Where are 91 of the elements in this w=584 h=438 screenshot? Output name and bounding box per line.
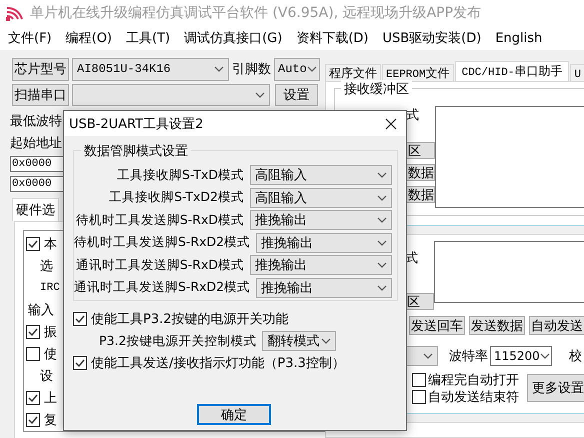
start-address-label: 起始地址: [10, 136, 62, 151]
port-mode-dropdown[interactable]: [406, 346, 438, 366]
chevron-down-icon: [214, 66, 224, 72]
pin-mode-label: 通讯时工具发送脚S-RxD2模式: [74, 279, 250, 296]
menu-item[interactable]: 文件(F): [3, 29, 57, 47]
menu-item[interactable]: 编程(O): [60, 29, 118, 47]
app-logo-icon: [6, 5, 24, 21]
tab[interactable]: EEPROM文件: [382, 64, 454, 81]
address-field[interactable]: 0x0000: [10, 176, 66, 192]
chevron-down-icon: [321, 338, 332, 344]
chevron-down-icon: [540, 353, 550, 359]
pin-mode-dropdown[interactable]: 推挽输出: [250, 255, 392, 275]
pin-mode-dropdown[interactable]: 推挽输出: [250, 210, 392, 230]
pin-mode-dropdown[interactable]: 高阻输入: [250, 165, 392, 185]
checkbox[interactable]: [26, 237, 40, 251]
checkbox[interactable]: [412, 390, 426, 404]
pin-mode-dropdown[interactable]: 推挽输出: [256, 278, 392, 298]
chevron-down-icon: [377, 194, 387, 200]
send-action-button[interactable]: 发送数据: [469, 316, 525, 335]
option-label: 使能工具P3.2按键的电源开关功能: [91, 311, 289, 328]
pin-mode-label: 工具接收脚S-TxD2模式: [109, 189, 244, 206]
pin-mode-label: 待机时工具发送脚S-RxD模式: [76, 212, 244, 228]
tab[interactable]: 程序文件: [325, 64, 381, 81]
ok-button[interactable]: 确定: [197, 404, 271, 425]
pin-mode-label: 工具接收脚S-TxD模式: [117, 166, 244, 184]
option-label: IRC: [40, 282, 60, 294]
option-label: 复: [44, 412, 57, 429]
chevron-down-icon: [377, 172, 387, 178]
option-label: 本: [44, 236, 57, 253]
menu-item[interactable]: 调试仿真接口(G): [179, 29, 288, 47]
chevron-down-icon: [377, 217, 387, 223]
pin-mode-label: 待机时工具发送脚S-RxD2模式: [74, 234, 250, 251]
option-label: 振: [44, 324, 57, 341]
menu-item[interactable]: 工具(T): [121, 29, 176, 47]
chip-model-dropdown[interactable]: AI8051U-34K16: [72, 58, 229, 80]
chevron-down-icon: [255, 92, 265, 98]
checkbox-label: 自动发送结束符: [428, 388, 519, 406]
hardware-options-tab[interactable]: 硬件选: [12, 198, 59, 221]
send-action-button[interactable]: 发送回车: [409, 316, 465, 335]
checkbox-label: 编程完自动打开: [428, 372, 519, 388]
receive-text-area[interactable]: [435, 106, 584, 208]
chevron-down-icon: [377, 284, 387, 290]
send-action-button[interactable]: 自动发送: [529, 316, 584, 335]
option-label: P3.2按键电源开关控制模式: [99, 332, 256, 350]
parity-label: 校: [569, 348, 582, 365]
tab[interactable]: CDC/HID-串口助手: [454, 61, 570, 81]
group-title: 数据管脚模式设置: [81, 142, 191, 160]
pin-mode-label: 通讯时工具发送脚S-RxD模式: [76, 256, 244, 274]
receive-button[interactable]: 数据: [406, 186, 435, 203]
window-title: 单片机在线升级编程仿真调试平台软件 (V6.95A), 远程现场升级APP发布: [30, 4, 482, 22]
group-title: 接收缓冲区: [341, 80, 412, 98]
option-label: 设: [40, 368, 53, 385]
receive-button[interactable]: 数据: [406, 164, 435, 181]
menu-item[interactable]: USB驱动安装(D): [377, 29, 486, 47]
chevron-down-icon: [423, 353, 433, 359]
chevron-down-icon: [377, 262, 387, 268]
pin-count-label: 引脚数: [232, 61, 271, 78]
menu-item[interactable]: English: [490, 30, 548, 46]
checkbox[interactable]: [73, 312, 87, 326]
mode-dropdown[interactable]: 翻转模式: [262, 331, 336, 351]
chevron-down-icon: [377, 240, 387, 246]
tab[interactable]: U: [570, 64, 584, 81]
menu-item[interactable]: 资料下载(D): [291, 29, 374, 47]
checkbox[interactable]: [26, 325, 40, 339]
option-label: 使能工具发送/接收指示灯功能（P3.3控制）: [91, 355, 345, 372]
baud-rate-label: 波特率: [449, 348, 488, 365]
checkbox[interactable]: [26, 347, 40, 361]
scan-port-button[interactable]: 扫描串口: [12, 84, 69, 106]
clear-button[interactable]: 区: [405, 293, 434, 310]
more-settings-button[interactable]: 更多设置: [527, 374, 584, 402]
pin-mode-dropdown[interactable]: 推挽输出: [256, 232, 392, 252]
option-label: 选: [40, 258, 53, 275]
close-icon[interactable]: [385, 118, 397, 130]
send-text-area[interactable]: [434, 241, 584, 303]
option-label: 输入: [28, 302, 54, 319]
pin-mode-dropdown[interactable]: 高阻输入: [250, 188, 392, 208]
receive-button[interactable]: 区: [406, 142, 435, 159]
settings-button[interactable]: 设置: [275, 84, 318, 106]
option-label: 使: [44, 346, 57, 363]
dialog-title: USB-2UART工具设置2: [69, 116, 204, 132]
address-field[interactable]: 0x0000: [10, 156, 66, 172]
chip-model-button[interactable]: 芯片型号: [12, 58, 69, 80]
checkbox[interactable]: [412, 372, 426, 386]
checkbox[interactable]: [26, 391, 40, 405]
checkbox[interactable]: [26, 413, 40, 427]
chevron-down-icon: [306, 66, 317, 72]
baud-rate-dropdown[interactable]: 115200: [490, 346, 552, 366]
checkbox[interactable]: [73, 356, 87, 370]
option-label: 上: [44, 390, 57, 407]
pin-count-dropdown[interactable]: Auto: [274, 58, 320, 80]
baud-label: 最低波特: [10, 114, 62, 129]
